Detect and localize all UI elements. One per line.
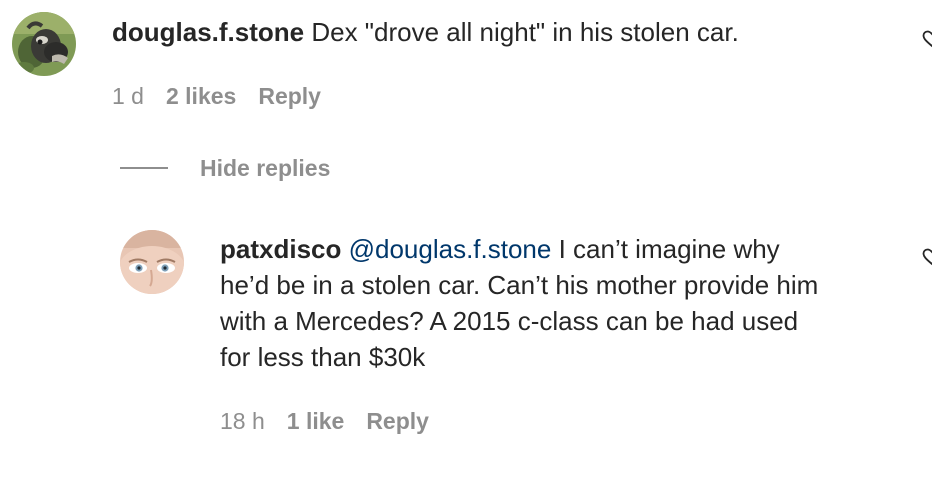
reply-body-line-1: I can’t imagine why — [551, 234, 780, 264]
reply-mention-link[interactable]: @douglas.f.stone — [349, 234, 552, 264]
comment-body: Dex "drove all night" in his stolen car. — [304, 17, 739, 47]
reply-body-line-4: for less than $30k — [220, 342, 426, 372]
comment-timestamp: 1 d — [112, 83, 144, 109]
avatar-face-image — [120, 230, 184, 294]
reply-body-line-3: with a Mercedes? A 2015 c-class can be h… — [220, 306, 799, 336]
heart-icon[interactable] — [922, 248, 932, 266]
replies-divider-line — [120, 167, 168, 169]
reply-likes-count[interactable]: 1 like — [287, 408, 345, 434]
heart-icon[interactable] — [922, 30, 932, 48]
reply-reply-button[interactable]: Reply — [366, 408, 429, 434]
commenter-avatar[interactable] — [12, 12, 76, 76]
reply-body-line-2: he’d be in a stolen car. Can’t his mothe… — [220, 270, 819, 300]
hide-replies-label: Hide replies — [200, 154, 331, 181]
comment-text: douglas.f.stone Dex "drove all night" in… — [112, 14, 902, 50]
reply-username[interactable]: patxdisco — [220, 234, 341, 264]
comment-username[interactable]: douglas.f.stone — [112, 17, 304, 47]
reply-timestamp: 18 h — [220, 408, 265, 434]
reply-text-line-1: patxdisco @douglas.f.stone I can’t imagi… — [220, 231, 910, 267]
comment-likes-count[interactable]: 2 likes — [166, 83, 236, 109]
avatar-goat-image — [12, 12, 76, 76]
reply-text: patxdisco @douglas.f.stone I can’t imagi… — [220, 231, 910, 375]
reply-meta: 18 h 1 like Reply — [220, 406, 429, 436]
comment-reply-button[interactable]: Reply — [258, 83, 321, 109]
comment-meta: 1 d 2 likes Reply — [112, 81, 321, 111]
reply-avatar[interactable] — [120, 230, 184, 294]
hide-replies-button[interactable]: Hide replies — [120, 150, 330, 186]
